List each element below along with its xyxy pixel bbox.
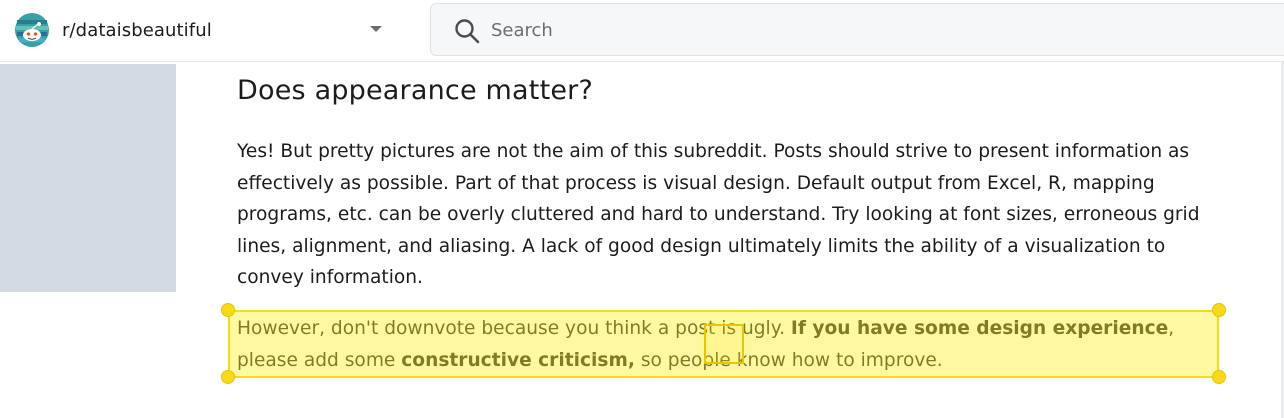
selection-handle-bottom-left[interactable] (221, 370, 235, 384)
search-input[interactable] (491, 12, 1251, 48)
section-heading: Does appearance matter? (237, 75, 594, 106)
search-bar[interactable] (430, 3, 1284, 56)
community-avatar-icon (15, 13, 49, 47)
selection-handle-top-left[interactable] (221, 303, 235, 317)
community-switcher[interactable]: r/dataisbeautiful (12, 10, 396, 50)
search-icon (455, 19, 480, 44)
focus-marker (704, 324, 744, 364)
paragraph-appearance: Yes! But pretty pictures are not the aim… (237, 141, 1200, 288)
community-name: r/dataisbeautiful (62, 19, 212, 41)
selection-handle-bottom-right[interactable] (1212, 370, 1226, 384)
chevron-down-icon[interactable] (369, 24, 383, 34)
top-bar: r/dataisbeautiful (0, 0, 1284, 62)
left-panel (0, 64, 176, 292)
selection-handle-top-right[interactable] (1212, 303, 1226, 317)
